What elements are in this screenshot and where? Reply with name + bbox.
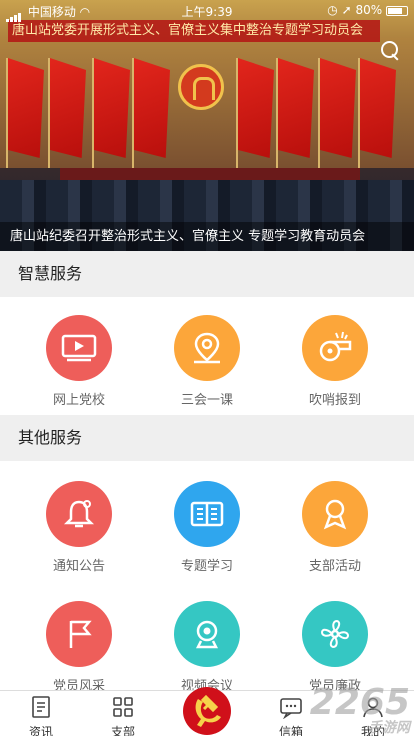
service-member-style[interactable]: 党员风采	[10, 601, 148, 694]
battery-percent: 80%	[355, 3, 383, 17]
bottom-tab-bar: 资讯 支部 信箱 我的	[0, 687, 414, 736]
video-play-icon	[46, 315, 112, 381]
webcam-icon	[174, 601, 240, 667]
service-notices[interactable]: 通知公告	[10, 481, 148, 574]
service-label: 网上党校	[52, 393, 105, 408]
banner-slogan: 唐山站党委开展形式主义、官僚主义集中整治专题学习动员会	[8, 20, 380, 42]
flag-pole	[132, 58, 134, 168]
red-flag	[134, 58, 170, 158]
flag-pole	[48, 58, 50, 168]
banner-caption[interactable]: 唐山站纪委召开整治形式主义、官僚主义 专题学习教育动员会	[0, 222, 414, 251]
service-label: 通知公告	[52, 559, 105, 574]
flag-pole	[276, 58, 278, 168]
service-topic-study[interactable]: 专题学习	[138, 481, 276, 574]
book-icon	[174, 481, 240, 547]
other-services-header: 其他服务	[0, 415, 414, 461]
red-flag	[360, 58, 396, 158]
service-three-meetings[interactable]: 三会一课	[138, 315, 276, 408]
news-icon	[32, 696, 50, 718]
red-flag	[238, 58, 274, 158]
grid-icon	[113, 697, 133, 717]
flag-pole	[236, 58, 238, 168]
tab-mine[interactable]: 我的	[332, 691, 414, 736]
user-icon	[363, 697, 383, 718]
tab-label: 资讯	[28, 725, 53, 736]
red-flag	[8, 58, 44, 158]
service-label: 支部活动	[308, 559, 361, 574]
flag-pole	[318, 58, 320, 168]
tab-label: 支部	[110, 725, 135, 736]
service-label: 三会一课	[180, 393, 233, 408]
red-flag	[320, 58, 356, 158]
tab-branch[interactable]: 支部	[82, 691, 164, 736]
tab-news[interactable]: 资讯	[0, 691, 82, 736]
railway-emblem-icon	[178, 64, 224, 110]
flag-pole	[358, 58, 360, 168]
map-pin-icon	[174, 315, 240, 381]
flag-pole	[6, 58, 8, 168]
smart-services-grid: 网上党校 三会一课 吹哨报到	[0, 297, 414, 415]
smart-services-header: 智慧服务	[0, 251, 414, 297]
ribbon-icon	[302, 481, 368, 547]
tab-label: 我的	[360, 725, 385, 736]
flag-icon	[46, 601, 112, 667]
tab-label: 信箱	[278, 725, 303, 736]
service-online-party-school[interactable]: 网上党校	[10, 315, 148, 408]
alarm-icon: ◷	[327, 3, 338, 17]
fan-icon	[302, 601, 368, 667]
service-label: 吹哨报到	[308, 393, 361, 408]
service-whistle-report[interactable]: 吹哨报到	[266, 315, 404, 408]
red-flag	[94, 58, 130, 158]
battery-icon	[386, 5, 408, 16]
status-right: ◷ ➚ 80%	[327, 3, 408, 17]
red-flag	[278, 58, 314, 158]
message-icon	[280, 698, 302, 720]
service-branch-activities[interactable]: 支部活动	[266, 481, 404, 574]
red-flag	[50, 58, 86, 158]
status-bar: 中国移动 ◠ 上午9:39 ◷ ➚ 80%	[0, 0, 414, 22]
news-banner[interactable]: 唐山站党委开展形式主义、官僚主义集中整治专题学习动员会 唐山站纪委召开整治形式主…	[0, 0, 414, 251]
flag-pole	[92, 58, 94, 168]
search-icon[interactable]	[378, 38, 404, 64]
tab-mailbox[interactable]: 信箱	[250, 691, 332, 736]
tab-party-home[interactable]	[176, 681, 238, 736]
service-integrity[interactable]: 党员廉政	[266, 601, 404, 694]
other-services-grid: 通知公告 专题学习 支部活动 党员风采 视频会议 党员廉政	[0, 461, 414, 694]
service-label: 专题学习	[180, 559, 233, 574]
bell-icon	[46, 481, 112, 547]
whistle-icon	[302, 315, 368, 381]
party-emblem-icon	[183, 687, 231, 735]
location-icon: ➚	[341, 3, 352, 17]
